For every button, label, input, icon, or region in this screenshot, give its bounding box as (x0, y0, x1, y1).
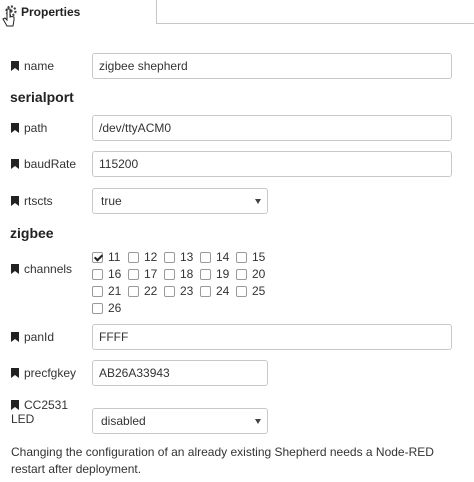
properties-tab[interactable]: Properties (0, 0, 156, 28)
chevron-down-icon (255, 419, 261, 424)
channel-checkbox[interactable]: 16 (92, 267, 121, 281)
channel-checkbox[interactable]: 18 (164, 267, 193, 281)
panid-label: panId (11, 330, 54, 344)
checkbox[interactable] (128, 268, 139, 280)
tab-label: Properties (21, 5, 81, 19)
channel-number: 15 (252, 250, 266, 264)
bookmark-icon (11, 196, 19, 206)
channel-checkbox[interactable]: 25 (236, 284, 265, 298)
channel-checkbox[interactable]: 22 (128, 284, 157, 298)
checkbox[interactable] (92, 251, 103, 263)
checkbox[interactable] (164, 251, 175, 263)
rtscts-label: rtscts (11, 194, 53, 208)
checkbox[interactable] (92, 285, 103, 297)
hand-cursor-icon (2, 8, 15, 27)
checkbox[interactable] (200, 251, 211, 263)
channel-checkbox[interactable]: 23 (164, 284, 193, 298)
channel-checkbox[interactable]: 14 (200, 250, 229, 264)
checkbox[interactable] (200, 268, 211, 280)
channel-checkbox[interactable]: 20 (236, 267, 265, 281)
checkbox[interactable] (128, 285, 139, 297)
channel-number: 17 (144, 267, 158, 281)
baudrate-label: baudRate (11, 157, 76, 171)
bookmark-icon (11, 400, 19, 410)
channel-checkbox[interactable]: 19 (200, 267, 229, 281)
channel-checkbox[interactable]: 11 (92, 250, 120, 264)
rtscts-value: true (101, 194, 122, 208)
channel-number: 13 (180, 250, 194, 264)
section-zigbee: zigbee (10, 225, 54, 241)
led-select[interactable]: disabled (92, 408, 268, 434)
checkbox[interactable] (200, 285, 211, 297)
led-value: disabled (101, 414, 146, 428)
channel-number: 12 (144, 250, 158, 264)
channel-number: 23 (180, 284, 194, 298)
path-label: path (11, 121, 47, 135)
channel-number: 19 (216, 267, 230, 281)
channel-checkbox[interactable]: 12 (128, 250, 157, 264)
bookmark-icon (11, 264, 19, 274)
channel-checkbox[interactable]: 17 (128, 267, 157, 281)
chevron-down-icon (255, 199, 261, 204)
channel-number: 21 (108, 284, 122, 298)
channel-number: 26 (108, 301, 122, 315)
bookmark-icon (11, 123, 19, 133)
bookmark-icon (11, 61, 19, 71)
checkbox[interactable] (236, 251, 247, 263)
checkbox[interactable] (236, 285, 247, 297)
channel-checkbox[interactable]: 13 (164, 250, 193, 264)
channel-number: 18 (180, 267, 194, 281)
name-label: name (11, 59, 54, 73)
checkbox[interactable] (164, 268, 175, 280)
channel-checkbox[interactable]: 21 (92, 284, 121, 298)
channel-number: 16 (108, 267, 122, 281)
channel-checkbox[interactable]: 26 (92, 301, 121, 315)
checkbox[interactable] (92, 268, 103, 280)
restart-note: Changing the configuration of an already… (11, 445, 434, 476)
checkbox[interactable] (164, 285, 175, 297)
baudrate-input[interactable]: 115200 (92, 151, 452, 177)
channel-number: 25 (252, 284, 266, 298)
channel-number: 24 (216, 284, 230, 298)
channel-number: 11 (108, 250, 121, 264)
bookmark-icon (11, 368, 19, 378)
led-label: CC2531 LED (11, 398, 69, 426)
header-panel (156, 0, 474, 24)
channels-label: channels (11, 262, 72, 276)
precfgkey-label: precfgkey (11, 366, 76, 380)
channel-number: 22 (144, 284, 158, 298)
rtscts-select[interactable]: true (92, 188, 268, 214)
channel-number: 20 (252, 267, 266, 281)
precfgkey-input[interactable]: AB26A33943 (92, 360, 268, 386)
channel-number: 14 (216, 250, 230, 264)
channel-checkbox[interactable]: 15 (236, 250, 265, 264)
name-input[interactable]: zigbee shepherd (92, 53, 452, 79)
path-input[interactable]: /dev/ttyACM0 (92, 115, 452, 141)
section-serialport: serialport (10, 89, 74, 105)
panid-input[interactable]: FFFF (92, 324, 452, 350)
checkbox[interactable] (128, 251, 139, 263)
checkbox[interactable] (236, 268, 247, 280)
channel-checkbox[interactable]: 24 (200, 284, 229, 298)
bookmark-icon (11, 332, 19, 342)
bookmark-icon (11, 159, 19, 169)
checkbox[interactable] (92, 302, 103, 314)
